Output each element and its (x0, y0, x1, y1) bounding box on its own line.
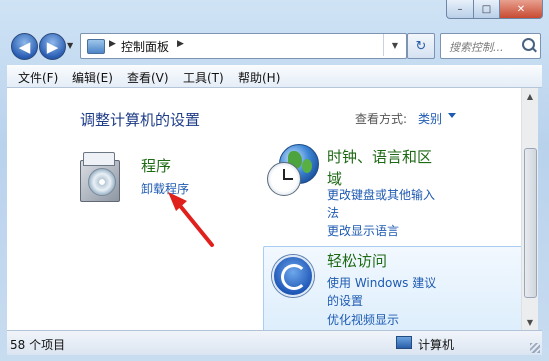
forward-button[interactable]: ▶ (39, 33, 66, 60)
menu-help[interactable]: 帮助(H) (238, 69, 280, 86)
close-button[interactable]: ✕ (500, 0, 543, 19)
resize-grip[interactable] (530, 343, 540, 353)
uninstall-program-link[interactable]: 卸载程序 (141, 180, 189, 197)
optimize-display-link[interactable]: 优化视频显示 (327, 311, 399, 328)
search-input[interactable]: 搜索控制... (440, 33, 541, 59)
clock-globe-icon[interactable] (267, 144, 323, 196)
scroll-down-icon[interactable]: ▼ (522, 314, 538, 330)
status-bar: 58 个项目 计算机 (7, 330, 542, 355)
breadcrumb-separator[interactable]: ▶ (109, 39, 116, 49)
item-count: 58 个项目 (10, 338, 66, 352)
minimize-button[interactable]: – (446, 0, 474, 19)
menu-view[interactable]: 查看(V) (127, 69, 169, 86)
maximize-button[interactable]: □ (474, 0, 500, 19)
change-display-language-link[interactable]: 更改显示语言 (327, 222, 399, 239)
search-icon[interactable] (522, 38, 535, 51)
status-location: 计算机 (418, 338, 455, 352)
navigation-bar: ◀ ▶ ▼ ▶ 控制面板 ▶ ▼ ↻ 搜索控制... (0, 30, 549, 62)
access-ring-shape (281, 264, 307, 290)
recommended-settings-link-cont[interactable]: 的设置 (327, 292, 363, 309)
breadcrumb-control-panel[interactable]: 控制面板 (121, 38, 169, 55)
disc-shape (88, 168, 116, 196)
recommended-settings-link[interactable]: 使用 Windows 建议 (327, 274, 436, 291)
change-keyboard-link[interactable]: 更改键盘或其他输入 (327, 186, 435, 203)
category-ease-title[interactable]: 轻松访问 (327, 250, 387, 271)
main-content: 调整计算机的设置 查看方式: 类别 程序 卸载程序 时钟、语言和区 域 更改键盘… (7, 88, 528, 330)
control-panel-icon (87, 39, 105, 54)
computer-icon (396, 336, 412, 349)
scroll-up-icon[interactable]: ▲ (522, 88, 538, 104)
ease-of-access-icon[interactable] (272, 255, 314, 297)
chevron-down-icon[interactable] (448, 113, 456, 118)
category-programs-title[interactable]: 程序 (141, 155, 171, 176)
scroll-thumb[interactable] (524, 148, 537, 298)
menu-file[interactable]: 文件(F) (18, 69, 58, 86)
address-bar[interactable]: ▶ 控制面板 ▶ ▼ (80, 33, 407, 59)
window-frame: – □ ✕ ◀ ▶ ▼ ▶ 控制面板 ▶ ▼ ↻ 搜索控制... 文件(F) 编… (0, 0, 549, 361)
globe-land-shape (302, 159, 312, 173)
address-dropdown[interactable]: ▼ (383, 34, 406, 56)
view-by-selector[interactable]: 类别 (418, 110, 442, 127)
vertical-scrollbar[interactable]: ▲ ▼ (521, 88, 538, 330)
menu-bar: 文件(F) 编辑(E) 查看(V) 工具(T) 帮助(H) (7, 65, 542, 88)
search-placeholder: 搜索控制... (449, 41, 504, 54)
program-box-lid-shape (83, 152, 115, 166)
breadcrumb-separator[interactable]: ▶ (177, 39, 184, 49)
clock-face-shape (267, 162, 301, 196)
window-controls: – □ ✕ (446, 0, 543, 19)
menu-edit[interactable]: 编辑(E) (72, 69, 113, 86)
programs-icon[interactable] (78, 152, 122, 202)
back-button[interactable]: ◀ (11, 33, 38, 60)
category-ease-of-access[interactable]: 轻松访问 使用 Windows 建议 的设置 优化视频显示 (263, 246, 528, 330)
refresh-button[interactable]: ↻ (407, 33, 435, 59)
menu-tools[interactable]: 工具(T) (183, 69, 224, 86)
clock-hand-shape (283, 178, 293, 180)
page-title: 调整计算机的设置 (80, 111, 201, 129)
change-keyboard-link-cont[interactable]: 法 (327, 204, 339, 221)
category-clock-title-line1[interactable]: 时钟、语言和区 (327, 146, 432, 167)
view-by-label: 查看方式: (355, 112, 408, 126)
recent-pages-dropdown[interactable]: ▼ (67, 41, 73, 50)
